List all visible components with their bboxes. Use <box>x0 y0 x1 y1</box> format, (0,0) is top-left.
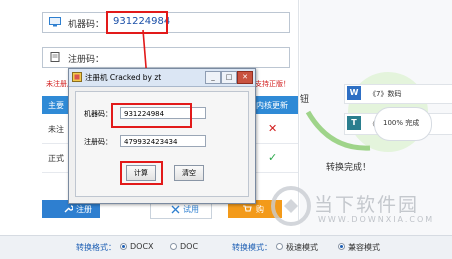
minimize-button[interactable]: _ <box>205 71 221 84</box>
mode-radio-fast[interactable] <box>276 243 283 250</box>
support-genuine-text: 支持正版！ <box>255 80 290 88</box>
machine-code-highlight <box>106 11 168 34</box>
watermark-url: WWW.DOWNXIA.COM <box>318 215 435 224</box>
clear-button[interactable]: 清空 <box>174 165 204 181</box>
bottom-options-bar: 转换格式： DOCX DOC 转换模式： 极速模式 兼容模式 <box>0 235 452 259</box>
format-radio-docx[interactable] <box>120 243 127 250</box>
mode-option-compatible: 兼容模式 <box>348 243 380 252</box>
buy-button-label: 购 <box>256 205 264 214</box>
dialog-titlebar: 注册机 Cracked by zt _ □ ✕ <box>69 69 255 87</box>
mode-label: 转换模式： <box>232 243 272 252</box>
cross-icon: ✕ <box>268 122 278 135</box>
tools-icon <box>171 205 180 214</box>
register-button-label: 注册 <box>76 205 92 214</box>
keygen-app-icon <box>72 72 82 82</box>
watermark-logo-icon <box>271 186 311 226</box>
progress-bubble: 100% 完成 <box>374 107 432 141</box>
format-label: 转换格式： <box>76 243 116 252</box>
mode-radio-compatible[interactable] <box>338 243 345 250</box>
watermark-text: 当下软件园 <box>314 194 420 216</box>
close-button[interactable]: ✕ <box>237 71 253 84</box>
wrench-icon <box>64 205 73 213</box>
trial-button-label: 试用 <box>183 205 199 214</box>
mode-option-fast: 极速模式 <box>286 243 318 252</box>
monitor-icon <box>49 17 61 27</box>
dialog-register-code-label: 注册码： <box>84 138 112 146</box>
task-1-text: 《7》数码 <box>369 90 402 98</box>
dialog-machine-code-label: 机器码： <box>84 110 112 118</box>
conversion-illustration <box>305 72 428 152</box>
table-header-col1: 主要 <box>48 101 64 110</box>
convert-done-text: 转换完成！ <box>326 163 372 173</box>
dialog-register-code-input[interactable]: 479932423434 <box>120 135 206 147</box>
format-option-docx: DOCX <box>130 242 154 251</box>
machine-code-label: 机器码： <box>68 20 105 30</box>
row-label: 正式 <box>48 154 64 163</box>
maximize-button[interactable]: □ <box>221 71 237 84</box>
document-icon <box>50 52 60 62</box>
compute-button-highlight <box>120 161 163 185</box>
check-icon: ✓ <box>268 151 278 164</box>
word-icon: W <box>347 86 361 100</box>
dialog-machine-code-highlight <box>111 103 192 128</box>
format-option-doc: DOC <box>180 242 199 251</box>
format-radio-doc[interactable] <box>170 243 177 250</box>
cart-icon <box>243 205 252 212</box>
text-file-icon: T <box>347 116 361 130</box>
progress-text: 100% 完成 <box>383 119 420 127</box>
task-card-1: W 《7》数码 <box>344 84 452 104</box>
register-code-field[interactable]: 注册码： <box>42 47 290 68</box>
register-code-label: 注册码： <box>68 55 105 65</box>
dialog-title: 注册机 Cracked by zt <box>85 73 162 82</box>
table-header-col2: 内核更新 <box>256 101 288 110</box>
row-label: 未注 <box>48 125 64 134</box>
